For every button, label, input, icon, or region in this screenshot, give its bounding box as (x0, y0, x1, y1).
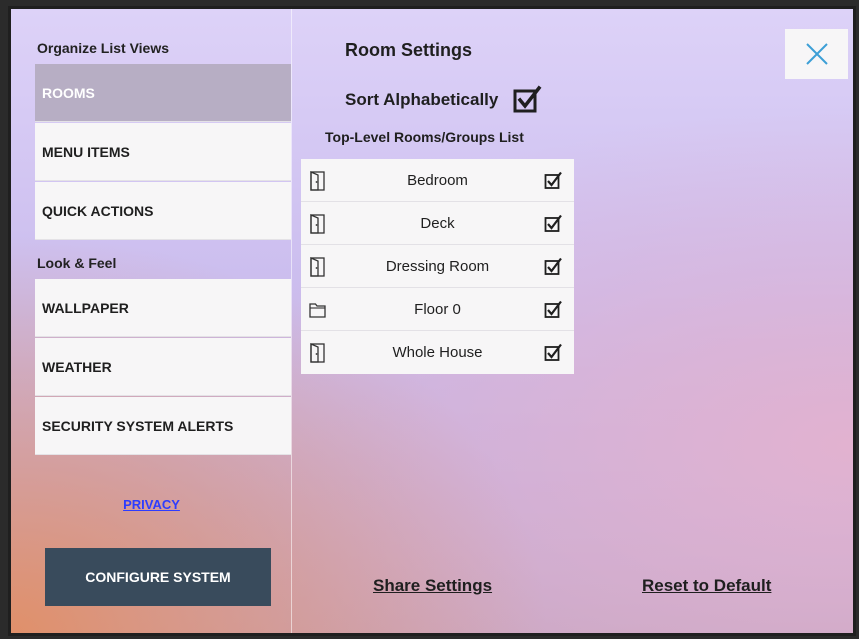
sidebar-item-security-alerts[interactable]: SECURITY SYSTEM ALERTS (35, 397, 291, 455)
room-checkbox[interactable] (544, 300, 563, 319)
app-window: Organize List Views ROOMS MENU ITEMS QUI… (8, 6, 856, 636)
sidebar-item-rooms[interactable]: ROOMS (35, 64, 291, 122)
main-panel: Room Settings Sort Alphabetically Top-Le… (293, 9, 853, 633)
door-icon (310, 214, 325, 234)
list-item[interactable]: Whole House (301, 331, 574, 374)
rooms-list-title: Top-Level Rooms/Groups List (325, 129, 524, 145)
configure-system-label: CONFIGURE SYSTEM (85, 569, 231, 585)
sidebar-item-menu-items[interactable]: MENU ITEMS (35, 123, 291, 181)
sidebar-item-wallpaper[interactable]: WALLPAPER (35, 279, 291, 337)
room-checkbox[interactable] (544, 343, 563, 362)
folder-icon (309, 303, 326, 318)
rooms-list: Bedroom Deck Dressing Room Floor 0 Whole… (301, 159, 574, 374)
list-item[interactable]: Bedroom (301, 159, 574, 202)
sidebar-item-label: SECURITY SYSTEM ALERTS (42, 417, 234, 434)
door-icon (310, 257, 325, 277)
list-item[interactable]: Floor 0 (301, 288, 574, 331)
sort-alphabetically-label: Sort Alphabetically (345, 90, 499, 109)
sidebar-item-quick-actions[interactable]: QUICK ACTIONS (35, 182, 291, 240)
sort-alphabetically-row: Sort Alphabetically (345, 85, 542, 115)
sidebar-item-label: WEATHER (42, 358, 112, 375)
sidebar: Organize List Views ROOMS MENU ITEMS QUI… (11, 9, 292, 633)
sidebar-item-label: WALLPAPER (42, 299, 129, 316)
sidebar-item-label: MENU ITEMS (42, 143, 130, 160)
sort-alphabetically-checkbox[interactable] (512, 85, 542, 115)
page-title: Room Settings (345, 40, 473, 60)
list-item[interactable]: Dressing Room (301, 245, 574, 288)
door-icon (310, 343, 325, 363)
sidebar-item-label: ROOMS (42, 84, 95, 101)
configure-system-button[interactable]: CONFIGURE SYSTEM (45, 548, 271, 606)
reset-default-link[interactable]: Reset to Default (642, 576, 771, 596)
room-name: Deck (420, 214, 455, 232)
sidebar-item-weather[interactable]: WEATHER (35, 338, 291, 396)
privacy-link[interactable]: PRIVACY (11, 497, 292, 512)
door-icon (310, 171, 325, 191)
room-name: Floor 0 (414, 300, 461, 318)
room-name: Dressing Room (385, 257, 490, 275)
room-name: Whole House (392, 344, 483, 361)
section-header-organize: Organize List Views (37, 40, 170, 56)
room-checkbox[interactable] (544, 257, 563, 276)
close-icon (805, 43, 828, 65)
room-checkbox[interactable] (544, 171, 563, 190)
room-name: Bedroom (407, 171, 468, 189)
sidebar-item-label: QUICK ACTIONS (42, 202, 154, 219)
share-settings-link[interactable]: Share Settings (373, 576, 492, 596)
list-item[interactable]: Deck (301, 202, 574, 245)
room-checkbox[interactable] (544, 214, 563, 233)
section-header-look-feel: Look & Feel (37, 255, 117, 271)
close-button[interactable] (785, 29, 848, 79)
